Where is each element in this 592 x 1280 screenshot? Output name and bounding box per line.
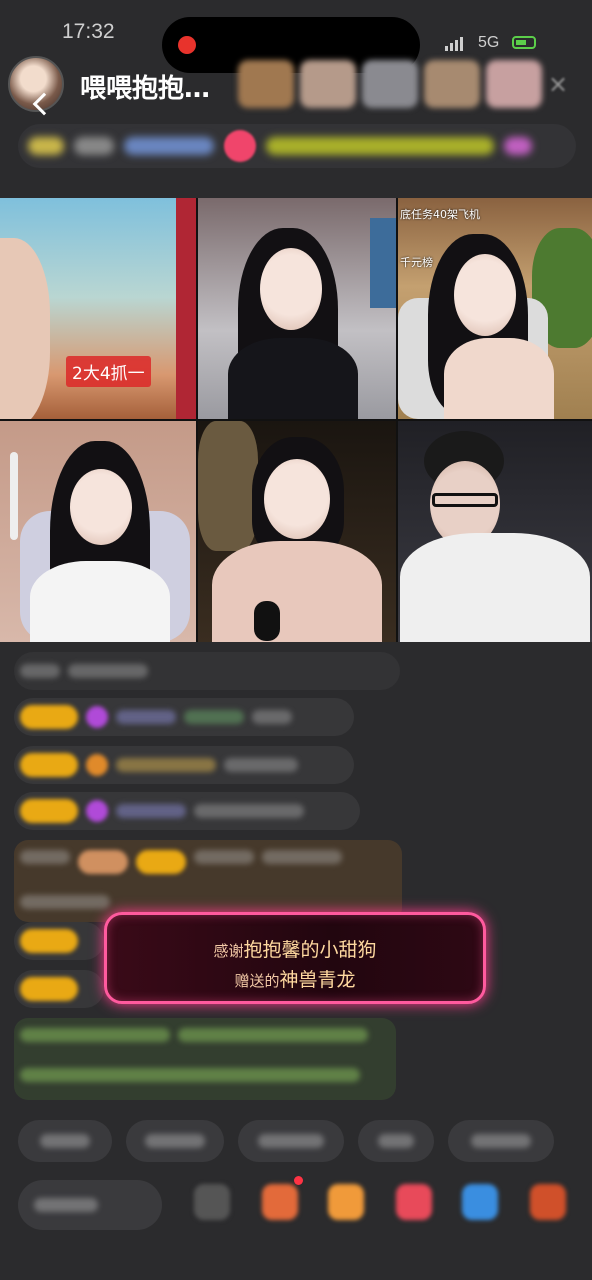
gift-name: 神兽青龙 [279, 969, 356, 991]
quick-reply-pill[interactable] [126, 1120, 224, 1162]
chat-message[interactable] [14, 922, 104, 960]
level-badge [136, 850, 186, 874]
gift-icon[interactable] [530, 1184, 566, 1220]
info-tag [124, 137, 214, 155]
bottom-action-bar [0, 1176, 592, 1236]
red-wall [176, 198, 196, 419]
level-badge [20, 753, 78, 777]
window-light [370, 218, 396, 308]
gem-icon [86, 800, 108, 822]
body-shape [444, 338, 554, 419]
video-cell-1[interactable]: 2大4抓一 [0, 198, 196, 419]
info-tag [28, 137, 64, 155]
room-info-bar[interactable] [18, 124, 576, 168]
face-shape [454, 254, 516, 336]
level-badge [20, 977, 78, 1001]
gift-thanks-line: 感谢抱抱馨的小甜狗 [107, 935, 483, 962]
chat-message[interactable] [14, 970, 104, 1008]
emoji-icon[interactable] [194, 1184, 230, 1220]
chat-message[interactable] [14, 792, 360, 830]
gift-sent-text: 赠送的 [234, 972, 280, 990]
host-name[interactable]: 喂喂抱抱… [80, 68, 210, 105]
badge-icon[interactable] [224, 130, 256, 162]
quick-reply-pill[interactable] [358, 1120, 434, 1162]
level-badge [20, 705, 78, 729]
level-badge [20, 929, 78, 953]
heart-icon[interactable] [396, 1184, 432, 1220]
video-cell-6[interactable] [398, 421, 592, 642]
body-shape [228, 338, 358, 419]
video-cell-3[interactable]: 底任务40架飞机 千元榜 [398, 198, 592, 419]
rank-overlay-text: 千元榜 [400, 256, 433, 269]
viewer-avatar[interactable] [424, 60, 480, 108]
quick-reply-pill[interactable] [448, 1120, 554, 1162]
body-shape [400, 533, 590, 642]
chat-message[interactable] [14, 698, 354, 736]
gift-item-line: 赠送的神兽青龙 [107, 965, 483, 992]
gift-thanks-text: 感谢 [213, 942, 244, 960]
live-room-header: 喂喂抱抱… × [0, 52, 592, 122]
video-cell-2[interactable] [198, 198, 396, 419]
flowers [198, 421, 258, 551]
face-shape [70, 469, 132, 545]
person-silhouette [0, 238, 50, 419]
body-shape [30, 561, 170, 642]
viewer-avatar[interactable] [300, 60, 356, 108]
chat-message[interactable] [14, 746, 354, 784]
level-badge [20, 799, 78, 823]
gem-icon [86, 754, 108, 776]
share-icon[interactable] [462, 1184, 498, 1220]
game-label: 2大4抓一 [66, 356, 151, 387]
quick-reply-pill[interactable] [238, 1120, 344, 1162]
glasses [432, 493, 498, 507]
task-overlay-text: 底任务40架飞机 [400, 208, 480, 221]
microphone-icon [254, 601, 280, 641]
gift-sender-name: 抱抱馨的小甜狗 [243, 939, 377, 961]
viewer-avatar[interactable] [362, 60, 418, 108]
face-shape [264, 459, 330, 539]
gift-box-icon[interactable] [328, 1184, 364, 1220]
chat-message[interactable] [14, 1018, 396, 1100]
video-cell-5[interactable] [198, 421, 396, 642]
info-tag [266, 137, 494, 155]
game-icon[interactable] [262, 1184, 298, 1220]
face-shape [260, 248, 322, 330]
comment-input[interactable] [18, 1180, 162, 1230]
network-type: 5G [478, 34, 500, 51]
volume-slider-handle[interactable] [10, 452, 18, 540]
status-time: 17:32 [62, 20, 115, 43]
battery-icon [512, 36, 536, 49]
gem-icon [86, 706, 108, 728]
viewer-avatar[interactable] [486, 60, 542, 108]
viewer-avatar[interactable] [238, 60, 294, 108]
signal-icon [445, 35, 463, 51]
video-cell-4[interactable] [0, 421, 196, 642]
notification-dot-icon [294, 1176, 303, 1185]
body-shape [212, 541, 382, 642]
info-tag [74, 137, 114, 155]
co-host-video-grid: 2大4抓一 底任务40架飞机 千元榜 [0, 198, 592, 642]
quick-reply-row [18, 1120, 554, 1162]
close-icon[interactable]: × [548, 70, 568, 98]
chat-message[interactable] [14, 840, 402, 922]
viewer-avatar-list[interactable] [238, 60, 542, 108]
quick-reply-pill[interactable] [18, 1120, 112, 1162]
level-badge [78, 850, 128, 874]
gift-notification: 感谢抱抱馨的小甜狗 赠送的神兽青龙 [104, 912, 486, 1004]
chat-message[interactable] [14, 652, 400, 690]
info-tag [504, 137, 532, 155]
